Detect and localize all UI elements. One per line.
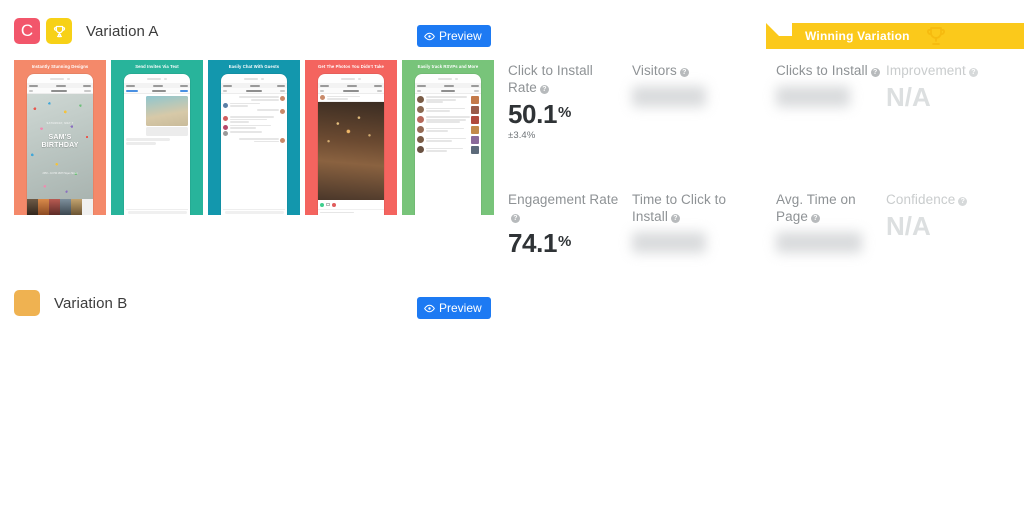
metric-clicks-to-install: Clicks to Install? (776, 62, 886, 141)
screenshot-caption: Send Invites Via Text (135, 64, 179, 69)
metric-label-text: Clicks to Install (776, 63, 868, 78)
metric-label-text: Visitors (632, 63, 677, 78)
help-icon[interactable]: ? (679, 68, 689, 77)
metric-value: 74.1% (508, 228, 571, 258)
variation-b-title: Variation B (54, 294, 128, 312)
phone-frame (221, 74, 287, 215)
metric-time-to-click-to-install: Time to Click to Install? (632, 191, 776, 256)
variation-a-title: Variation A (86, 22, 159, 40)
preview-button-b-label: Preview (439, 301, 482, 315)
metric-visitors: Visitors? (632, 62, 776, 141)
metric-value: N/A (886, 211, 931, 241)
screenshot-caption: Instantly Stunning Designs (31, 64, 89, 69)
metric-improvement: Improvement? N/A (886, 62, 1024, 141)
help-icon[interactable]: ? (810, 214, 820, 223)
help-icon[interactable]: ? (670, 214, 680, 223)
screenshot-caption: Easily Chat With Guests (228, 64, 280, 69)
metric-engagement-rate: Engagement Rate? 74.1% (508, 191, 632, 256)
redacted-value (776, 232, 862, 253)
phone-frame (318, 74, 384, 215)
metric-avg-time-on-page: Avg. Time on Page? (776, 191, 886, 256)
preview-button-a-label: Preview (439, 29, 482, 43)
eye-icon (424, 32, 435, 40)
redacted-value (776, 86, 850, 107)
help-icon[interactable]: ? (539, 85, 549, 94)
phone-frame: SATURDAY, MAY 7 SAM'S BIRTHDAY 2PM – 10 … (27, 74, 93, 215)
ab-test-results-page: C Variation A Preview Winning Variation … (0, 0, 1024, 531)
variation-b-badges: Variation B (14, 290, 127, 316)
metrics-row-1: Click to Install Rate? 50.1% ±3.4% Visit… (508, 62, 1024, 141)
variation-a-header: C Variation A Preview Winning Variation (0, 0, 1024, 49)
poster-title-line2: BIRTHDAY (41, 142, 79, 150)
screenshot-thumb[interactable]: Easily track RSVPs and More (402, 60, 494, 215)
poster-eyebrow: SATURDAY, MAY 7 (46, 122, 74, 126)
preview-button-b[interactable]: Preview (417, 297, 491, 319)
metric-label-text: Engagement Rate (508, 192, 619, 207)
post-photo (318, 102, 384, 200)
help-icon[interactable]: ? (958, 197, 968, 206)
metrics-row-2: Engagement Rate? 74.1% Time to Click to … (508, 191, 1024, 256)
phone-frame (124, 74, 190, 215)
screenshot-caption: Easily track RSVPs and More (417, 64, 479, 69)
help-icon[interactable]: ? (968, 68, 978, 77)
redacted-value (632, 86, 706, 107)
winning-variation-label: Winning Variation (805, 29, 910, 43)
preview-button-a[interactable]: Preview (417, 25, 491, 47)
screenshot-thumb[interactable]: Send Invites Via Text (111, 60, 203, 215)
redacted-value (632, 232, 706, 253)
variation-a-metrics: Click to Install Rate? 50.1% ±3.4% Visit… (508, 62, 1024, 256)
trophy-watermark-icon (924, 24, 948, 49)
phone-frame (415, 74, 481, 215)
metric-label-text: Click to Install Rate (508, 63, 593, 95)
help-icon[interactable]: ? (511, 214, 520, 223)
winning-variation-ribbon: Winning Variation (766, 23, 1024, 49)
invite-card (146, 96, 188, 136)
trophy-icon (46, 18, 72, 44)
variation-card-b: Variation B Preview Create Stunning Invi… (0, 272, 1024, 531)
help-icon[interactable]: ? (870, 68, 880, 77)
poster-subtitle: 2PM – 10 PM 1837 Hayes Street (42, 172, 78, 176)
metric-value: 50.1% (508, 99, 571, 129)
metric-confidence: Confidence? N/A (886, 191, 1024, 256)
variation-color-swatch (14, 290, 40, 316)
metric-margin-of-error: ±3.4% (508, 130, 536, 141)
metric-click-to-install-rate: Click to Install Rate? 50.1% ±3.4% (508, 62, 632, 141)
metric-label-text: Improvement (886, 63, 966, 78)
poster-title-line1: SAM'S (48, 134, 72, 142)
screenshot-caption: Get The Photos You Didn't Take (318, 64, 384, 69)
variation-card-a: C Variation A Preview Winning Variation … (0, 0, 1024, 270)
screenshot-thumb[interactable]: Easily Chat With Guests (208, 60, 300, 215)
variation-b-header: Variation B Preview (0, 272, 1024, 319)
c-logo-icon: C (14, 18, 40, 44)
screenshot-thumb[interactable]: Get The Photos You Didn't Take (305, 60, 397, 215)
poster-photo-strip (27, 199, 93, 215)
eye-icon (424, 304, 435, 312)
screenshot-thumb[interactable]: Instantly Stunning Designs SATURDAY, MAY… (14, 60, 106, 215)
variation-a-screenshot-strip: Instantly Stunning Designs SATURDAY, MAY… (14, 60, 494, 215)
variation-a-badges: C Variation A (14, 18, 159, 44)
metric-label-text: Confidence (886, 192, 956, 207)
metric-value: N/A (886, 82, 931, 112)
